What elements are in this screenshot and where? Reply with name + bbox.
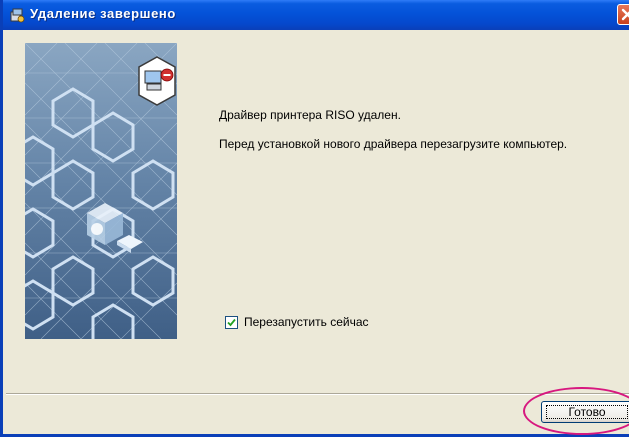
checkmark-icon <box>227 318 236 327</box>
finish-button-label: Готово <box>568 405 606 419</box>
title-bar[interactable]: Удаление завершено <box>3 0 629 30</box>
driver-removed-message: Драйвер принтера RISO удален. <box>219 108 401 122</box>
window-title: Удаление завершено <box>30 6 176 21</box>
uninstall-complete-dialog: Удаление завершено Драйвер принтера RISO… <box>0 0 629 437</box>
computer-uninstall-icon <box>138 56 176 106</box>
wizard-banner-image <box>25 43 177 339</box>
installer-icon <box>9 7 25 23</box>
restart-now-label[interactable]: Перезапустить сейчас <box>244 315 369 329</box>
restart-instruction-message: Перед установкой нового драйвера перезаг… <box>219 137 568 151</box>
finish-button[interactable]: Готово <box>541 401 629 423</box>
close-button[interactable] <box>617 4 629 25</box>
restart-now-checkbox[interactable] <box>225 316 238 329</box>
close-icon <box>621 8 629 21</box>
footer-divider <box>6 393 629 395</box>
